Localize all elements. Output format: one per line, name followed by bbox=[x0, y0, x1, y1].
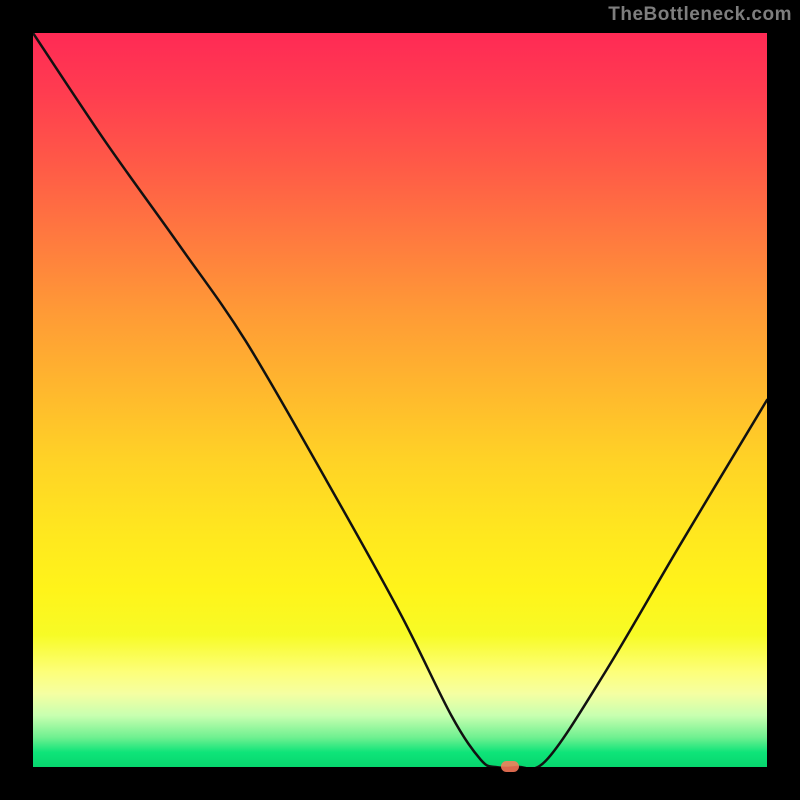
optimal-marker bbox=[501, 761, 519, 772]
watermark-text: TheBottleneck.com bbox=[608, 4, 792, 26]
chart-frame: TheBottleneck.com bbox=[0, 0, 800, 800]
curve-path bbox=[33, 33, 767, 767]
plot-area bbox=[33, 33, 767, 767]
bottleneck-curve bbox=[33, 33, 767, 767]
